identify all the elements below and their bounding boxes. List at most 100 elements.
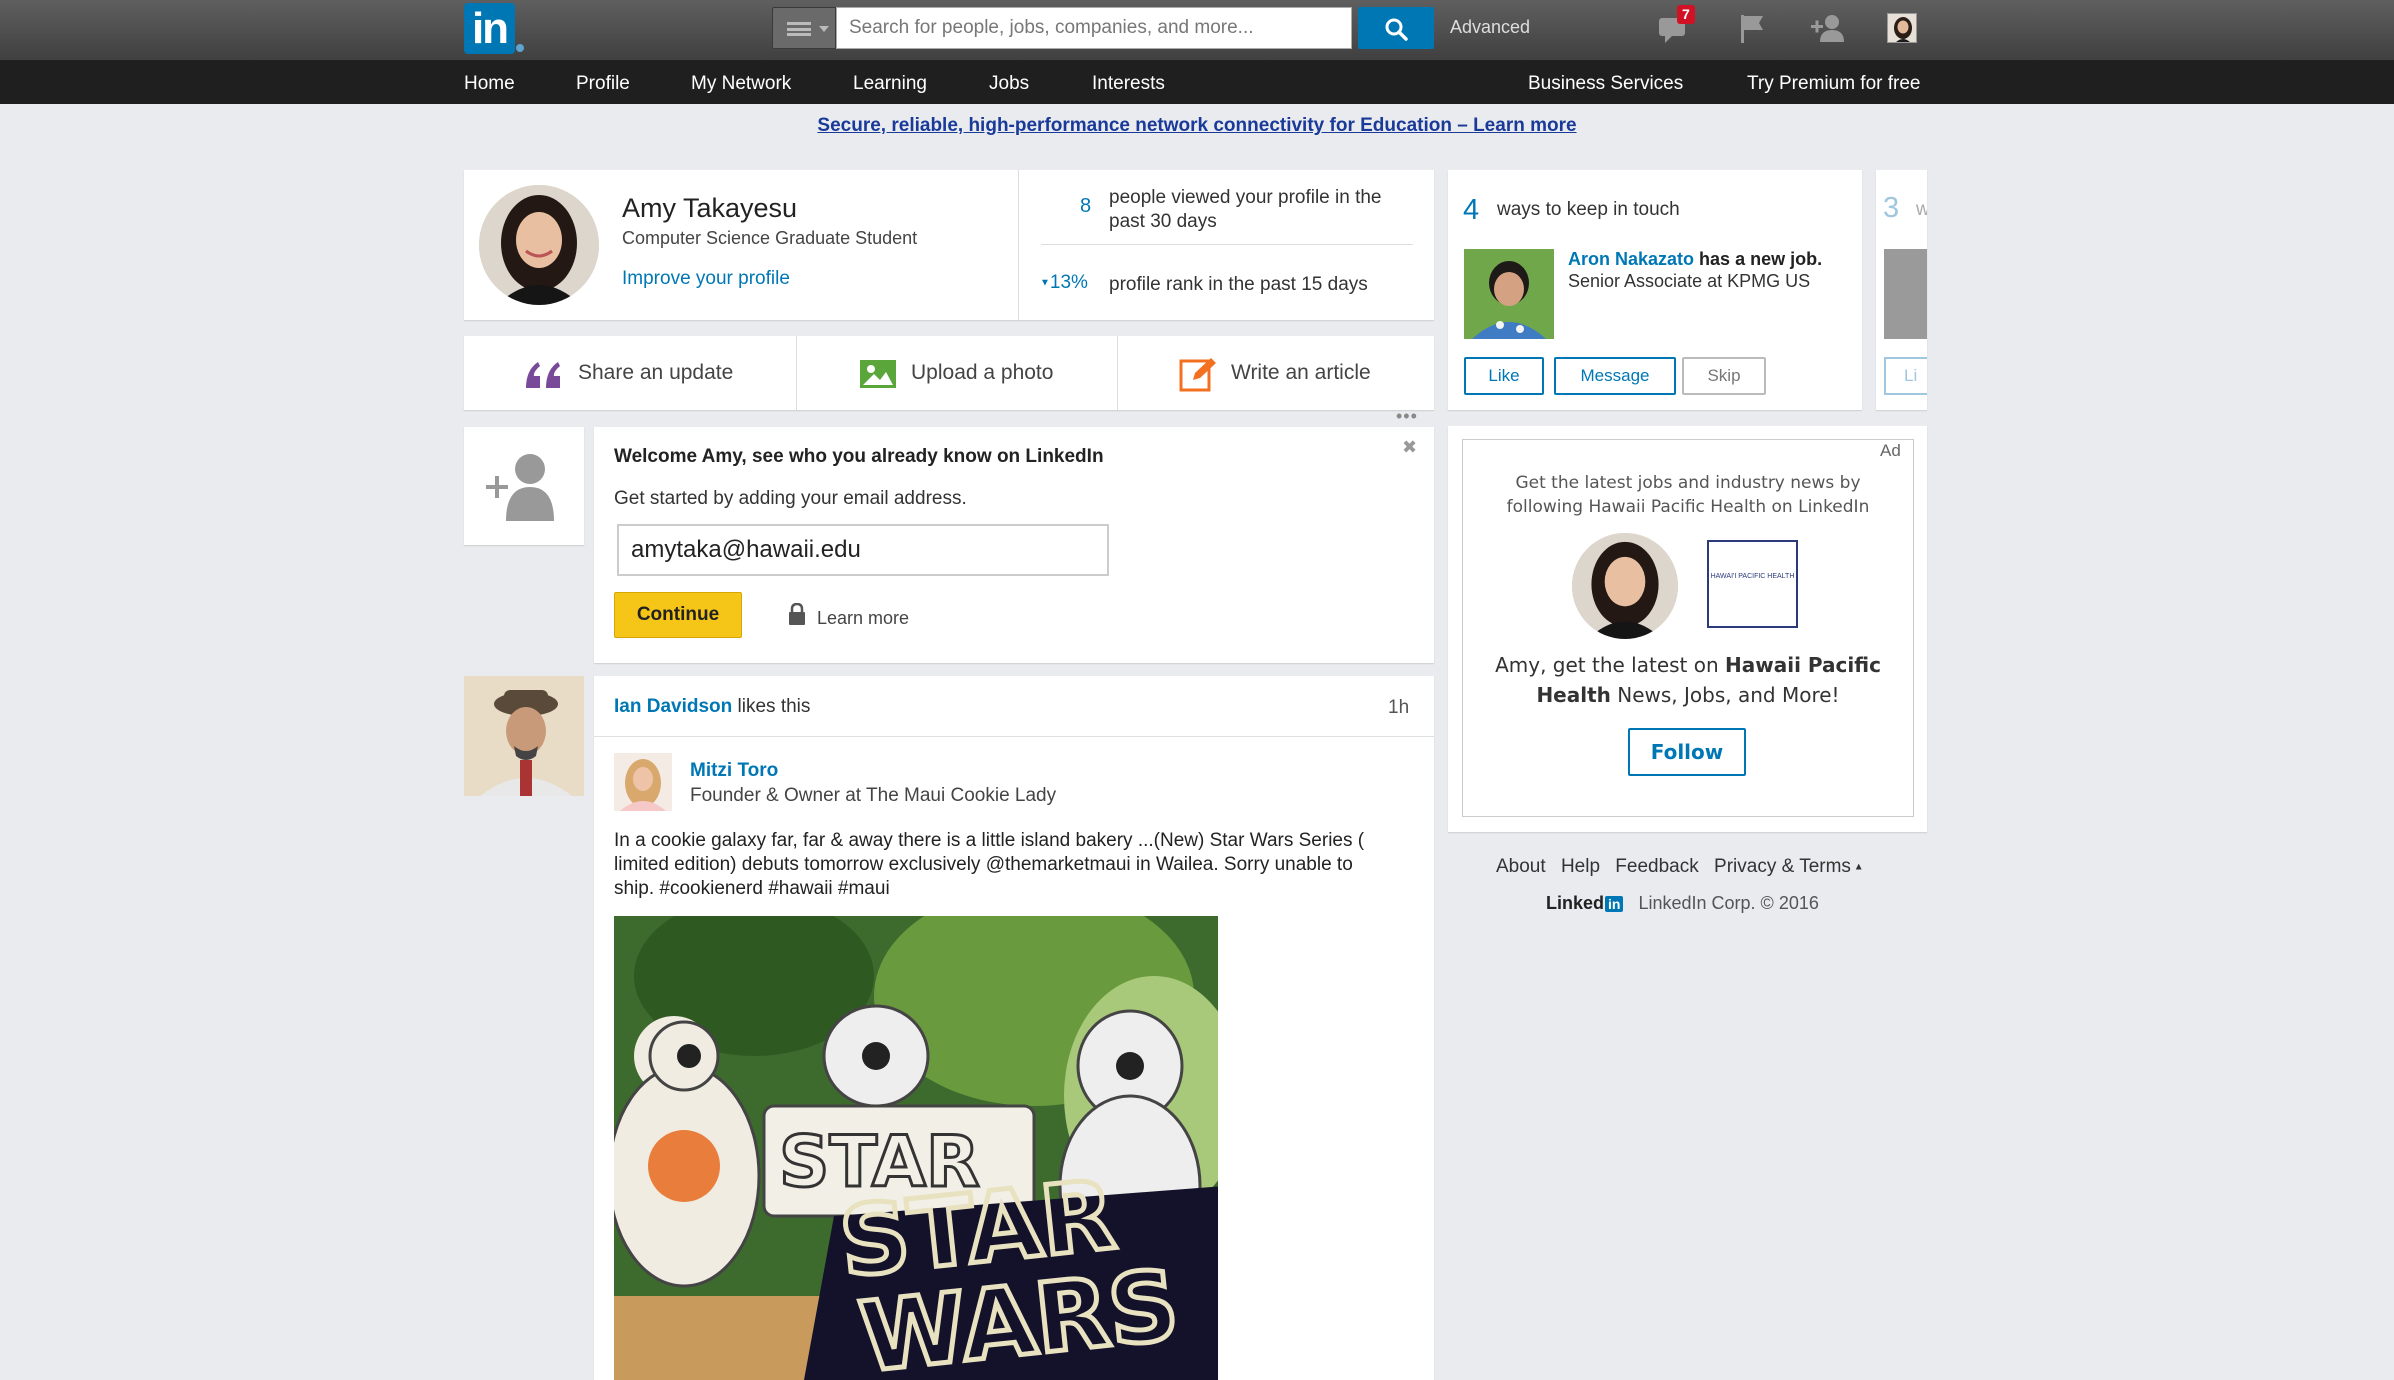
learn-more-link[interactable]: Learn more — [817, 608, 909, 629]
footer-about-link[interactable]: About — [1496, 856, 1546, 877]
footer-brand: Linked in LinkedIn Corp. © 2016 — [1546, 893, 1819, 914]
card-divider — [1018, 170, 1019, 320]
post-text: In a cookie galaxy far, far & away there… — [614, 830, 1365, 899]
message-button[interactable]: Message — [1554, 357, 1676, 395]
author-avatar[interactable] — [614, 753, 672, 811]
profile-views-text[interactable]: people viewed your profile in the past 3… — [1109, 186, 1409, 234]
improve-profile-link[interactable]: Improve your profile — [622, 268, 790, 290]
next-suggestion-card[interactable]: 3 w Li — [1876, 170, 1927, 410]
profile-photo — [464, 676, 584, 796]
welcome-title: Welcome Amy, see who you already know on… — [614, 446, 1104, 467]
follow-button[interactable]: Follow — [1628, 728, 1746, 776]
connection-update: Aron Nakazato has a new job. — [1568, 249, 1858, 270]
quote-icon — [526, 362, 560, 388]
nav-business-services[interactable]: Business Services — [1528, 73, 1683, 95]
search-category-dropdown[interactable] — [772, 7, 836, 49]
post-timestamp[interactable]: 1h — [1388, 697, 1409, 719]
connection-avatar[interactable] — [1464, 249, 1554, 339]
lock-icon — [789, 603, 805, 625]
more-options-icon[interactable]: ••• — [1396, 406, 1418, 427]
profile-name[interactable]: Amy Takayesu — [622, 193, 797, 224]
footer-copyright: LinkedIn Corp. © 2016 — [1638, 893, 1819, 913]
sponsored-banner-link[interactable]: Secure, reliable, high-performance netwo… — [817, 115, 1576, 136]
next-like-button[interactable]: Li — [1884, 357, 1927, 395]
chevron-down-icon — [819, 26, 829, 32]
skip-button[interactable]: Skip — [1682, 357, 1766, 395]
write-article-button[interactable]: Write an article — [1118, 336, 1434, 410]
advanced-search-link[interactable]: Advanced — [1450, 17, 1530, 38]
next-card-label: w — [1916, 199, 1927, 220]
nav-interests[interactable]: Interests — [1092, 73, 1165, 95]
write-article-label: Write an article — [1231, 361, 1371, 384]
connection-name-link[interactable]: Aron Nakazato — [1568, 249, 1694, 269]
ad-label: Ad — [1880, 441, 1901, 460]
footer-privacy-terms-link[interactable]: Privacy & Terms — [1714, 856, 1851, 877]
caret-down-icon: ▼ — [1040, 277, 1050, 289]
add-person-icon — [486, 454, 554, 521]
profile-photo — [614, 753, 672, 811]
linkedin-logo[interactable]: in — [464, 3, 515, 54]
upload-photo-label: Upload a photo — [911, 361, 1054, 384]
likes-this-text: likes this — [737, 696, 811, 717]
footer-help-link[interactable]: Help — [1561, 856, 1600, 877]
ad-pitch-prefix: Amy, get the latest on — [1495, 653, 1726, 677]
ad-user-avatar — [1572, 533, 1678, 639]
search-button[interactable] — [1358, 7, 1434, 49]
profile-views-count[interactable]: 8 — [1080, 195, 1091, 218]
profile-avatar[interactable] — [479, 185, 599, 305]
nav-jobs[interactable]: Jobs — [989, 73, 1029, 95]
connection-job: Senior Associate at KPMG US — [1568, 271, 1811, 291]
nav-home[interactable]: Home — [464, 73, 515, 95]
main-nav: Home Profile My Network Learning Jobs In… — [0, 61, 2394, 104]
nav-try-premium[interactable]: Try Premium for free — [1747, 73, 1921, 95]
email-field[interactable] — [617, 524, 1109, 576]
search-input[interactable]: Search for people, jobs, companies, and … — [836, 7, 1352, 49]
share-update-button[interactable]: Share an update — [464, 336, 796, 410]
feed-activity-line: Ian Davidson likes this — [614, 696, 810, 718]
profile-photo — [1888, 14, 1916, 42]
profile-rank-change[interactable]: ▼13% — [1040, 272, 1088, 294]
stats-divider — [1041, 244, 1413, 245]
profile-photo — [1572, 533, 1678, 639]
post-divider — [594, 736, 1434, 737]
ad-pitch-suffix: News, Jobs, and More! — [1610, 683, 1840, 707]
keep-in-touch-label: ways to keep in touch — [1497, 199, 1680, 220]
profile-photo — [479, 185, 599, 305]
upload-photo-button[interactable]: Upload a photo — [797, 336, 1117, 410]
welcome-subtitle: Get started by adding your email address… — [614, 488, 967, 509]
edit-article-icon — [1179, 358, 1216, 392]
keep-in-touch-count: 4 — [1463, 194, 1480, 226]
profile-headline: Computer Science Graduate Student — [622, 228, 918, 248]
account-avatar[interactable] — [1887, 13, 1917, 43]
nav-profile[interactable]: Profile — [576, 73, 630, 95]
nav-my-network[interactable]: My Network — [691, 73, 791, 95]
close-icon[interactable]: ✖ — [1402, 437, 1417, 458]
like-button[interactable]: Like — [1464, 357, 1544, 395]
caret-up-icon[interactable]: ▲ — [1851, 861, 1864, 872]
share-update-label: Share an update — [578, 361, 734, 384]
profile-rank-text[interactable]: profile rank in the past 15 days — [1109, 274, 1368, 296]
author-name-link[interactable]: Mitzi Toro — [690, 760, 778, 782]
liker-name-link[interactable]: Ian Davidson — [614, 696, 732, 717]
footer-logo-in: in — [1605, 896, 1624, 912]
ad-pitch: Amy, get the latest on Hawaii Pacific He… — [1476, 650, 1900, 710]
profile-photo — [1464, 249, 1554, 339]
add-connection-icon[interactable] — [1808, 8, 1848, 48]
flag-icon[interactable] — [1733, 8, 1773, 48]
liker-avatar[interactable] — [464, 676, 584, 796]
footer-logo-text: Linked — [1546, 893, 1605, 913]
next-card-count: 3 — [1883, 192, 1900, 224]
post-image[interactable]: STAR STAR WARS — [614, 916, 1218, 1380]
rank-change-value: 13% — [1049, 272, 1088, 293]
list-icon — [787, 22, 811, 36]
author-headline: Founder & Owner at The Maui Cookie Lady — [690, 785, 1057, 806]
sponsored-banner: Secure, reliable, high-performance netwo… — [0, 115, 2394, 137]
ad-intro-text: Get the latest jobs and industry news by… — [1506, 473, 1870, 517]
messages-badge: 7 — [1677, 5, 1695, 24]
nav-learning[interactable]: Learning — [853, 73, 927, 95]
footer-links: About Help Feedback Privacy & Terms ▲ — [1496, 856, 1864, 878]
footer-feedback-link[interactable]: Feedback — [1615, 856, 1698, 877]
continue-button[interactable]: Continue — [614, 592, 742, 638]
next-card-avatar — [1884, 249, 1927, 339]
photo-icon — [860, 360, 896, 388]
